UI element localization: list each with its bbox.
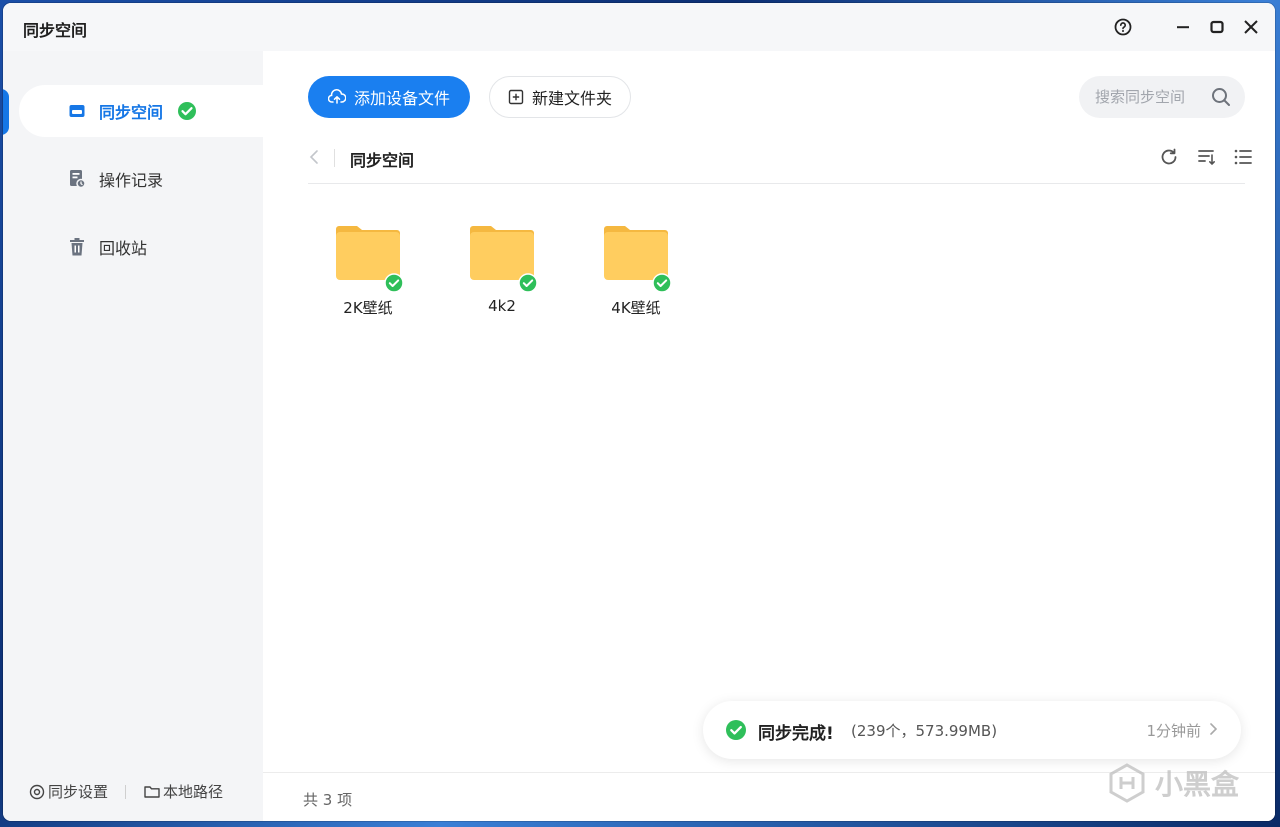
sidebar: 同步空间 操作记录 回收站 同步设置 本地路径	[3, 51, 263, 821]
sidebar-item-label: 同步空间	[99, 103, 164, 122]
folder-outline-icon	[144, 786, 160, 798]
footer-divider	[125, 785, 126, 799]
folder-name: 4k2	[488, 297, 516, 315]
close-icon[interactable]	[1239, 15, 1263, 39]
folder-item[interactable]: 2K壁纸	[308, 211, 428, 331]
trash-icon	[67, 237, 87, 257]
toast-time: 1分钟前	[1146, 722, 1201, 740]
folder-item[interactable]: 4K壁纸	[576, 211, 696, 331]
synced-check-icon	[652, 273, 672, 297]
sync-space-icon	[67, 101, 87, 121]
chevron-right-icon[interactable]	[1209, 721, 1218, 740]
sidebar-item-sync-space[interactable]: 同步空间	[19, 85, 263, 137]
breadcrumb: 同步空间	[308, 141, 1252, 184]
sidebar-item-label: 操作记录	[99, 171, 164, 190]
search-icon[interactable]	[1211, 87, 1231, 111]
sidebar-item-operation-log[interactable]: 操作记录	[19, 153, 263, 205]
synced-check-icon	[384, 273, 404, 297]
breadcrumb-divider	[334, 149, 335, 167]
toast-title: 同步完成!	[758, 724, 834, 744]
new-folder-icon	[508, 89, 524, 105]
watermark-text: 小黑盒	[1154, 768, 1239, 801]
sync-complete-toast[interactable]: 同步完成! (239个，573.99MB) 1分钟前	[703, 701, 1241, 759]
new-folder-label: 新建文件夹	[531, 89, 612, 108]
sidebar-item-label: 回收站	[99, 239, 148, 258]
record-icon	[67, 169, 87, 189]
item-count: 共 3 项	[303, 791, 353, 809]
sort-icon[interactable]	[1195, 145, 1219, 169]
folder-item[interactable]: 4k2	[442, 211, 562, 331]
title-bar: 同步空间	[3, 3, 1275, 51]
app-window: 同步空间 同步空间 操作记录 回收站 同步设置 本地路径 添加设备文件 新建文件…	[3, 3, 1275, 821]
cloud-upload-icon	[327, 89, 346, 104]
sync-settings-label: 同步设置	[48, 783, 109, 801]
add-device-file-button[interactable]: 添加设备文件	[308, 76, 470, 118]
search-box[interactable]	[1079, 76, 1245, 118]
synced-check-icon	[518, 273, 538, 297]
local-path-link[interactable]: 本地路径	[144, 781, 223, 802]
local-path-label: 本地路径	[163, 783, 224, 801]
sync-settings-link[interactable]: 同步设置	[29, 781, 108, 802]
back-chevron-icon[interactable]	[308, 147, 320, 171]
add-device-file-label: 添加设备文件	[353, 89, 450, 108]
settings-icon	[29, 784, 45, 799]
help-icon[interactable]	[1111, 15, 1135, 39]
active-indicator	[3, 89, 9, 135]
app-title: 同步空间	[23, 21, 88, 40]
new-folder-button[interactable]: 新建文件夹	[489, 76, 631, 118]
search-input[interactable]	[1093, 87, 1207, 107]
folder-name: 2K壁纸	[343, 299, 393, 317]
sidebar-footer: 同步设置 本地路径	[3, 761, 263, 821]
refresh-icon[interactable]	[1157, 145, 1181, 169]
watermark: 小黑盒	[1107, 763, 1239, 803]
sidebar-item-recycle-bin[interactable]: 回收站	[19, 221, 263, 273]
folder-name: 4K壁纸	[611, 299, 661, 317]
success-check-icon	[725, 719, 747, 745]
synced-check-icon	[177, 101, 197, 125]
watermark-logo-icon	[1109, 763, 1145, 803]
toast-detail: (239个，573.99MB)	[851, 722, 998, 740]
minimize-icon[interactable]	[1171, 15, 1195, 39]
maximize-icon[interactable]	[1205, 15, 1229, 39]
main-panel: 添加设备文件 新建文件夹 同步空间	[263, 51, 1275, 821]
page-title: 同步空间	[350, 151, 415, 170]
list-view-icon[interactable]	[1231, 145, 1255, 169]
